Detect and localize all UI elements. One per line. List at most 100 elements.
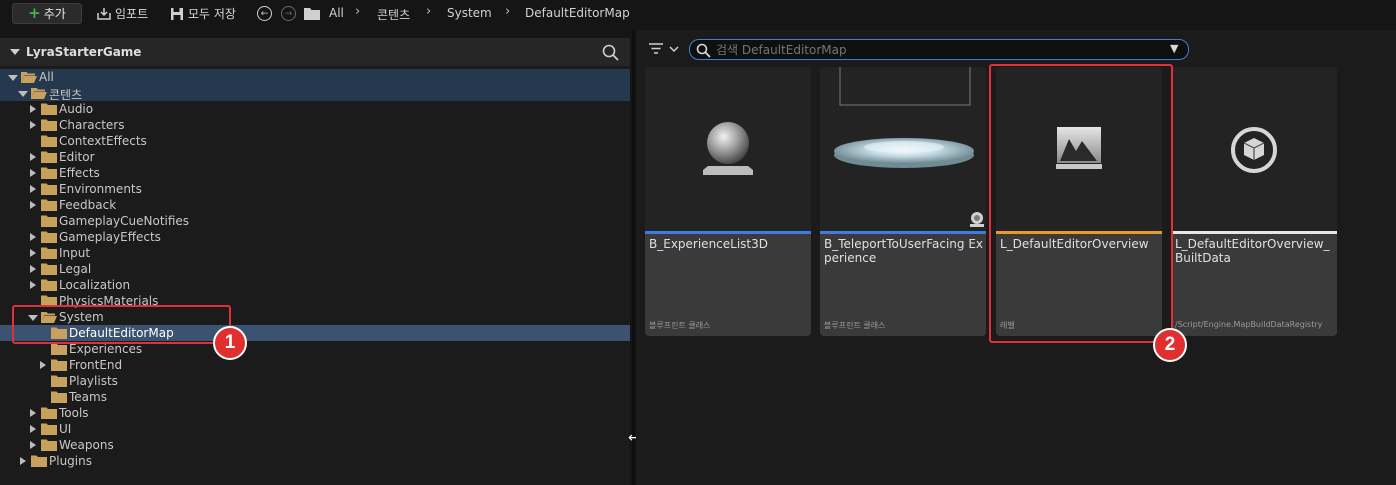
tree-item-label: Environments [59, 182, 142, 196]
tree-item[interactable]: All [0, 69, 630, 85]
asset-type: 블루프린트 클래스 [824, 321, 886, 330]
folder-icon [41, 439, 57, 451]
tree-item[interactable]: Legal [0, 261, 630, 277]
breadcrumb-all[interactable]: All [329, 6, 344, 20]
sources-panel: LyraStarterGame All 콘텐츠 Audio Characters Con… [0, 38, 630, 485]
forward-icon[interactable]: → [281, 6, 296, 21]
project-title: LyraStarterGame [26, 45, 142, 59]
tree-item[interactable]: Plugins [0, 453, 630, 469]
tree-item[interactable]: Tools [0, 405, 630, 421]
tree-item[interactable]: Audio [0, 101, 630, 117]
tree-item-label: All [39, 70, 54, 84]
folder-icon [41, 135, 57, 147]
tree-item-label: Characters [59, 118, 125, 132]
breadcrumb-separator: › [505, 4, 511, 19]
tree-item[interactable]: Feedback [0, 197, 630, 213]
panel-splitter[interactable] [632, 30, 635, 485]
tree-item-label: Experiences [69, 342, 143, 356]
tree-item[interactable]: Effects [0, 165, 630, 181]
breadcrumb-content[interactable]: 콘텐츠 [377, 6, 410, 23]
asset-name: L_DefaultEditorOverview_ BuiltData [1175, 237, 1330, 265]
folder-open-icon [31, 88, 47, 99]
asset-thumbnail [645, 67, 811, 231]
expand-arrow-right-icon[interactable] [30, 185, 36, 193]
folder-icon [41, 151, 57, 163]
asset-tile[interactable]: B_TeleportToUserFacing Experience 블루프린트 … [820, 67, 986, 336]
folder-icon [41, 263, 57, 275]
expand-arrow-right-icon[interactable] [30, 201, 36, 209]
expand-arrow-right-icon[interactable] [30, 409, 36, 417]
folder-icon[interactable] [304, 7, 320, 20]
save-icon [171, 7, 183, 20]
expand-arrow-right-icon[interactable] [30, 249, 36, 257]
expand-arrow-right-icon[interactable] [30, 281, 36, 289]
asset-search-box[interactable]: ▼ [689, 39, 1189, 60]
add-button[interactable]: + 추가 [12, 3, 82, 24]
tree-item[interactable]: FrontEnd [0, 357, 630, 373]
tree-item[interactable]: Playlists [0, 373, 630, 389]
expand-arrow-right-icon[interactable] [20, 457, 26, 465]
tree-item-label: Localization [59, 278, 131, 292]
expand-arrow-right-icon[interactable] [30, 105, 36, 113]
search-icon[interactable] [602, 44, 619, 61]
asset-tile[interactable]: B_ExperienceList3D 블루프린트 클래스 [645, 67, 811, 336]
chevron-down-icon[interactable]: ▼ [1170, 42, 1178, 55]
folder-icon [41, 119, 57, 131]
add-button-label: 추가 [43, 7, 66, 21]
tree-item[interactable]: GameplayEffects [0, 229, 630, 245]
expand-arrow-right-icon[interactable] [30, 425, 36, 433]
asset-tile[interactable]: L_DefaultEditorOverview_ BuiltData /Scri… [1171, 67, 1337, 336]
expand-arrow-down-icon[interactable] [8, 75, 18, 81]
expand-arrow-right-icon[interactable] [40, 361, 46, 369]
expand-arrow-right-icon[interactable] [30, 441, 36, 449]
data-cube-icon [1231, 127, 1277, 173]
filter-icon[interactable] [648, 42, 682, 56]
collapse-arrow-icon[interactable] [10, 49, 20, 55]
tree-item[interactable]: Weapons [0, 437, 630, 453]
tree-item-label: Editor [59, 150, 95, 164]
expand-arrow-right-icon[interactable] [30, 121, 36, 129]
tree-item-label: Weapons [59, 438, 114, 452]
tree-item[interactable]: 콘텐츠 [0, 85, 630, 102]
tree-item-label: Playlists [69, 374, 118, 388]
highlight-box-tree [12, 305, 231, 344]
tree-item[interactable]: UI [0, 421, 630, 437]
tree-item[interactable]: Editor [0, 149, 630, 165]
folder-icon [41, 183, 57, 195]
asset-type: 블루프린트 클래스 [649, 321, 711, 330]
asset-color-bar [1171, 231, 1337, 234]
folder-icon [31, 455, 47, 467]
tree-item[interactable]: Environments [0, 181, 630, 197]
breadcrumb-system[interactable]: System [447, 6, 492, 20]
expand-arrow-right-icon[interactable] [30, 169, 36, 177]
tree-item[interactable]: Characters [0, 117, 630, 133]
save-all-button[interactable]: 모두 저장 [170, 5, 236, 22]
asset-type: /Script/Engine.MapBuildDataRegistry [1175, 320, 1323, 329]
tree-item-label: FrontEnd [69, 358, 123, 372]
tree-item-label: GameplayEffects [59, 230, 161, 244]
tree-item-label: Tools [59, 406, 89, 420]
expand-arrow-down-icon[interactable] [18, 91, 28, 97]
tree-item[interactable]: Teams [0, 389, 630, 405]
asset-thumbnail [1171, 67, 1337, 231]
import-button[interactable]: 임포트 [96, 5, 148, 22]
asset-search-input[interactable] [716, 41, 1156, 58]
tree-item[interactable]: GameplayCueNotifies [0, 213, 630, 229]
tree-item[interactable]: Input [0, 245, 630, 261]
tree-item-label: ContextEffects [59, 134, 147, 148]
sources-panel-header[interactable]: LyraStarterGame [0, 38, 630, 66]
folder-icon [51, 343, 67, 355]
expand-arrow-right-icon[interactable] [30, 153, 36, 161]
import-icon [97, 7, 111, 20]
asset-color-bar [645, 231, 811, 234]
highlight-box-asset [989, 64, 1173, 343]
breadcrumb-defaulteditormap[interactable]: DefaultEditorMap [525, 6, 630, 20]
back-icon[interactable]: ← [257, 6, 272, 21]
expand-arrow-right-icon[interactable] [30, 265, 36, 273]
tree-item-label: Legal [59, 262, 92, 276]
tree-item[interactable]: Localization [0, 277, 630, 293]
teleport-pad-thumbnail [834, 67, 984, 227]
tree-item[interactable]: ContextEffects [0, 133, 630, 149]
asset-color-bar [820, 231, 986, 234]
expand-arrow-right-icon[interactable] [30, 233, 36, 241]
